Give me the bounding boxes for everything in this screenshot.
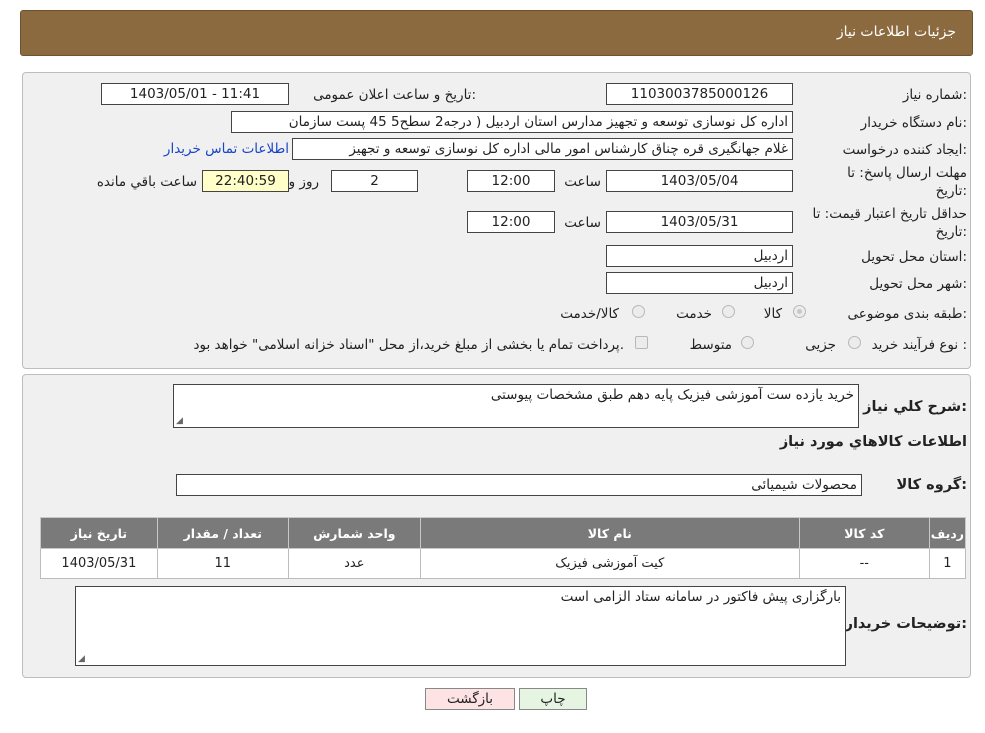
cell-need-date: 1403/05/31 xyxy=(40,548,158,579)
city-field: اردبیل xyxy=(606,272,793,294)
process-checkbox-treasury[interactable] xyxy=(635,336,648,349)
col-header: تعداد / مقدار xyxy=(156,517,289,549)
days-label: روز و xyxy=(288,174,319,190)
province-field: اردبیل xyxy=(606,245,793,267)
validity-hour-label: ساعت xyxy=(564,215,601,231)
process-label: نوع فرآیند خرید : xyxy=(871,337,967,353)
validity-label-2: تاریخ: xyxy=(935,224,967,240)
description-text: خرید یازده ست آموزشی فیزیک پایه دهم طبق … xyxy=(490,387,854,403)
remaining-time-field: 22:40:59 xyxy=(202,170,289,192)
print-button[interactable]: چاپ xyxy=(519,688,587,710)
resize-grip-icon[interactable]: ◢ xyxy=(176,416,183,426)
deadline-time-field: 12:00 xyxy=(467,170,555,192)
process-option-medium: متوسط xyxy=(689,337,732,353)
col-header: کد کالا xyxy=(798,517,930,549)
deadline-label-1: مهلت ارسال پاسخ: تا xyxy=(847,165,967,181)
need-number-label: شماره نیاز: xyxy=(902,87,967,103)
resize-grip-icon[interactable]: ◢ xyxy=(78,654,85,664)
city-label: شهر محل تحویل: xyxy=(869,276,967,292)
description-textarea[interactable]: خرید یازده ست آموزشی فیزیک پایه دهم طبق … xyxy=(173,384,859,428)
remaining-label: ساعت باقي مانده xyxy=(96,174,197,190)
col-header: تاریخ نیاز xyxy=(40,517,158,549)
buyer-contact-link[interactable]: اطلاعات تماس خریدار xyxy=(164,141,289,157)
category-radio-goods-service[interactable] xyxy=(632,305,645,318)
cell-row-number: 1 xyxy=(928,548,967,579)
process-option-minor: جزیی xyxy=(805,337,836,353)
description-label: شرح کلي نياز: xyxy=(863,399,967,415)
cell-item-code: -- xyxy=(798,548,930,579)
page-header: جزئیات اطلاعات نیاز xyxy=(20,10,973,56)
group-field: محصولات شیمیائی xyxy=(176,474,862,496)
cell-quantity: 11 xyxy=(156,548,289,579)
cell-item-name: کیت آموزشی فیزیک xyxy=(419,548,800,579)
requester-label: ایجاد کننده درخواست: xyxy=(842,142,967,158)
process-radio-minor[interactable] xyxy=(848,336,861,349)
items-table: رديف کد کالا نام کالا واحد شمارش تعداد /… xyxy=(40,517,967,579)
deadline-label-2: تاریخ: xyxy=(935,183,967,199)
back-button[interactable]: بازگشت xyxy=(425,688,515,710)
category-option-goods-service: کالا/خدمت xyxy=(560,306,619,322)
table-row: 1 -- کیت آموزشی فیزیک عدد 11 1403/05/31 xyxy=(40,548,967,579)
category-option-goods: کالا xyxy=(763,306,782,322)
page-title: جزئیات اطلاعات نیاز xyxy=(836,24,956,40)
buyer-notes-text: بارگزاری پیش فاکتور در سامانه ستاد الزام… xyxy=(560,589,841,605)
validity-time-field: 12:00 xyxy=(467,211,555,233)
deadline-date-field: 1403/05/04 xyxy=(606,170,793,192)
col-header: واحد شمارش xyxy=(287,517,421,549)
category-label: طبقه بندی موضوعی: xyxy=(847,306,967,322)
col-header: رديف xyxy=(928,517,967,549)
province-label: استان محل تحویل: xyxy=(861,249,967,265)
category-radio-service[interactable] xyxy=(722,305,735,318)
group-label: گروه کالا: xyxy=(896,477,967,493)
col-header: نام کالا xyxy=(419,517,800,549)
category-radio-goods[interactable] xyxy=(793,305,806,318)
process-radio-medium[interactable] xyxy=(741,336,754,349)
validity-date-field: 1403/05/31 xyxy=(606,211,793,233)
cell-unit: عدد xyxy=(287,548,421,579)
table-header-row: رديف کد کالا نام کالا واحد شمارش تعداد /… xyxy=(40,517,967,549)
announce-datetime-field: 1403/05/01 - 11:41 xyxy=(101,83,289,105)
process-note: پرداخت تمام یا بخشی از مبلغ خرید،از محل … xyxy=(193,337,624,353)
buyer-org-field: اداره کل نوسازی توسعه و تجهیز مدارس استا… xyxy=(231,111,793,133)
days-remaining-field: 2 xyxy=(331,170,418,192)
deadline-hour-label: ساعت xyxy=(564,174,601,190)
validity-label-1: حداقل تاریخ اعتبار قیمت: تا xyxy=(812,206,967,222)
announce-label: تاریخ و ساعت اعلان عمومی: xyxy=(313,87,476,103)
category-option-service: خدمت xyxy=(676,306,712,322)
buyer-notes-textarea[interactable]: بارگزاری پیش فاکتور در سامانه ستاد الزام… xyxy=(75,586,846,666)
requester-field: غلام جهانگیری قره چناق کارشناس امور مالی… xyxy=(292,138,793,160)
buyer-notes-label: توضیحات خریدار: xyxy=(844,616,967,632)
items-section-title: اطلاعات کالاهاي مورد نياز xyxy=(779,434,967,450)
need-number-field: 1103003785000126 xyxy=(606,83,793,105)
buyer-org-label: نام دستگاه خریدار: xyxy=(860,115,967,131)
